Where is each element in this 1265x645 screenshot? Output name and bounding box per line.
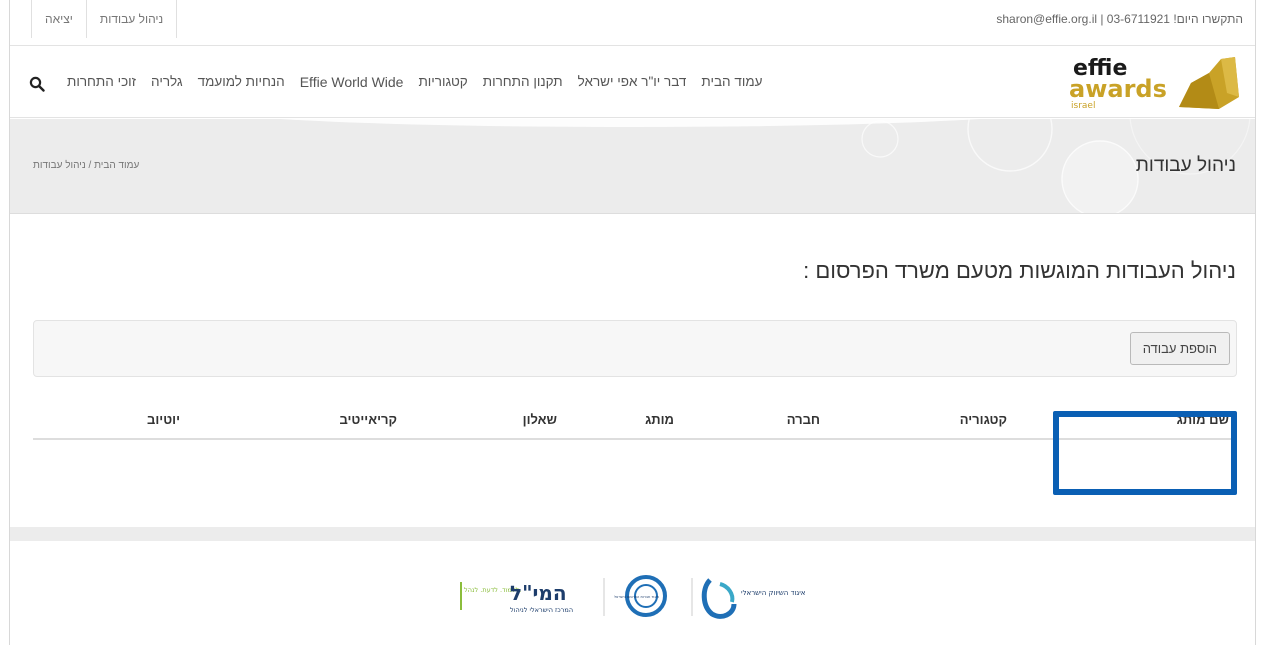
marketing-association-logo: איגוד השיווק הישראלי xyxy=(701,578,806,619)
nav-item-chairman[interactable]: דבר יו"ר אפי ישראל xyxy=(578,74,687,90)
nav-item-home[interactable]: עמוד הבית xyxy=(701,74,762,90)
section-heading: ניהול העבודות המוגשות מטעם משרד הפרסום : xyxy=(803,258,1236,283)
logo-text-awards: awards xyxy=(1069,75,1167,103)
manage-works-link[interactable]: ניהול עבודות xyxy=(87,0,178,38)
user-links: יציאה ניהול עבודות xyxy=(31,0,178,46)
advertising-association-name: איגוד חברות הפרסום בישראל xyxy=(614,595,660,599)
hamil-logo: ללמוד. לדעת. לנהל. המי"ל המרכז הישראלי ל… xyxy=(460,581,573,614)
column-questionnaire[interactable]: שאלון xyxy=(523,412,557,427)
nav-item-winners[interactable]: זוכי התחרות xyxy=(67,74,136,90)
advertising-association-logo: איגוד חברות הפרסום בישראל xyxy=(614,575,667,617)
nav-item-categories[interactable]: קטגוריות xyxy=(418,74,467,90)
hamil-subtitle: המרכז הישראלי לניהול xyxy=(510,606,573,614)
top-utility-bar: יציאה ניהול עבודות sharon@effie.org.il |… xyxy=(10,0,1255,46)
partner-logos: ללמוד. לדעת. לנהל. המי"ל המרכז הישראלי ל… xyxy=(460,575,806,619)
column-company[interactable]: חברה xyxy=(787,412,820,427)
breadcrumb: עמוד הבית / ניהול עבודות xyxy=(33,160,140,171)
works-toolbar: הוספת עבודה xyxy=(33,320,1237,377)
nav-item-rules[interactable]: תקנון התחרות xyxy=(483,74,563,90)
nav-item-guidelines[interactable]: הנחיות למועמד xyxy=(198,74,285,90)
decorative-background xyxy=(280,119,1251,213)
page-title-band: ניהול עבודות עמוד הבית / ניהול עבודות xyxy=(10,119,1255,214)
nav-item-gallery[interactable]: גלריה xyxy=(151,74,183,90)
logo-text-israel: israel xyxy=(1071,101,1095,111)
column-category[interactable]: קטגוריה xyxy=(960,412,1007,427)
column-brand[interactable]: מותג xyxy=(645,412,674,427)
nav-menu: זוכי התחרות גלריה הנחיות למועמד Effie Wo… xyxy=(67,74,777,90)
highlight-box xyxy=(1053,411,1237,495)
effie-awards-logo[interactable]: effie awards israel xyxy=(1069,53,1243,111)
footer-divider xyxy=(10,527,1255,541)
column-creative[interactable]: קריאייטיב xyxy=(339,412,397,427)
column-youtube[interactable]: יוטיוב xyxy=(147,412,180,427)
main-nav: זוכי התחרות גלריה הנחיות למועמד Effie Wo… xyxy=(10,46,1255,118)
contact-info: sharon@effie.org.il | 03-6711921 !התקשרו… xyxy=(996,12,1243,26)
nav-item-effie-worldwide[interactable]: Effie World Wide xyxy=(300,74,404,90)
marketing-association-name: איגוד השיווק הישראלי xyxy=(741,589,806,597)
add-work-button[interactable]: הוספת עבודה xyxy=(1129,332,1230,365)
search-icon[interactable] xyxy=(29,76,45,92)
hamil-title: המי"ל xyxy=(510,581,567,605)
page-title: ניהול עבודות xyxy=(1135,155,1236,176)
page: יציאה ניהול עבודות sharon@effie.org.il |… xyxy=(9,0,1256,645)
logout-link[interactable]: יציאה xyxy=(31,0,87,38)
